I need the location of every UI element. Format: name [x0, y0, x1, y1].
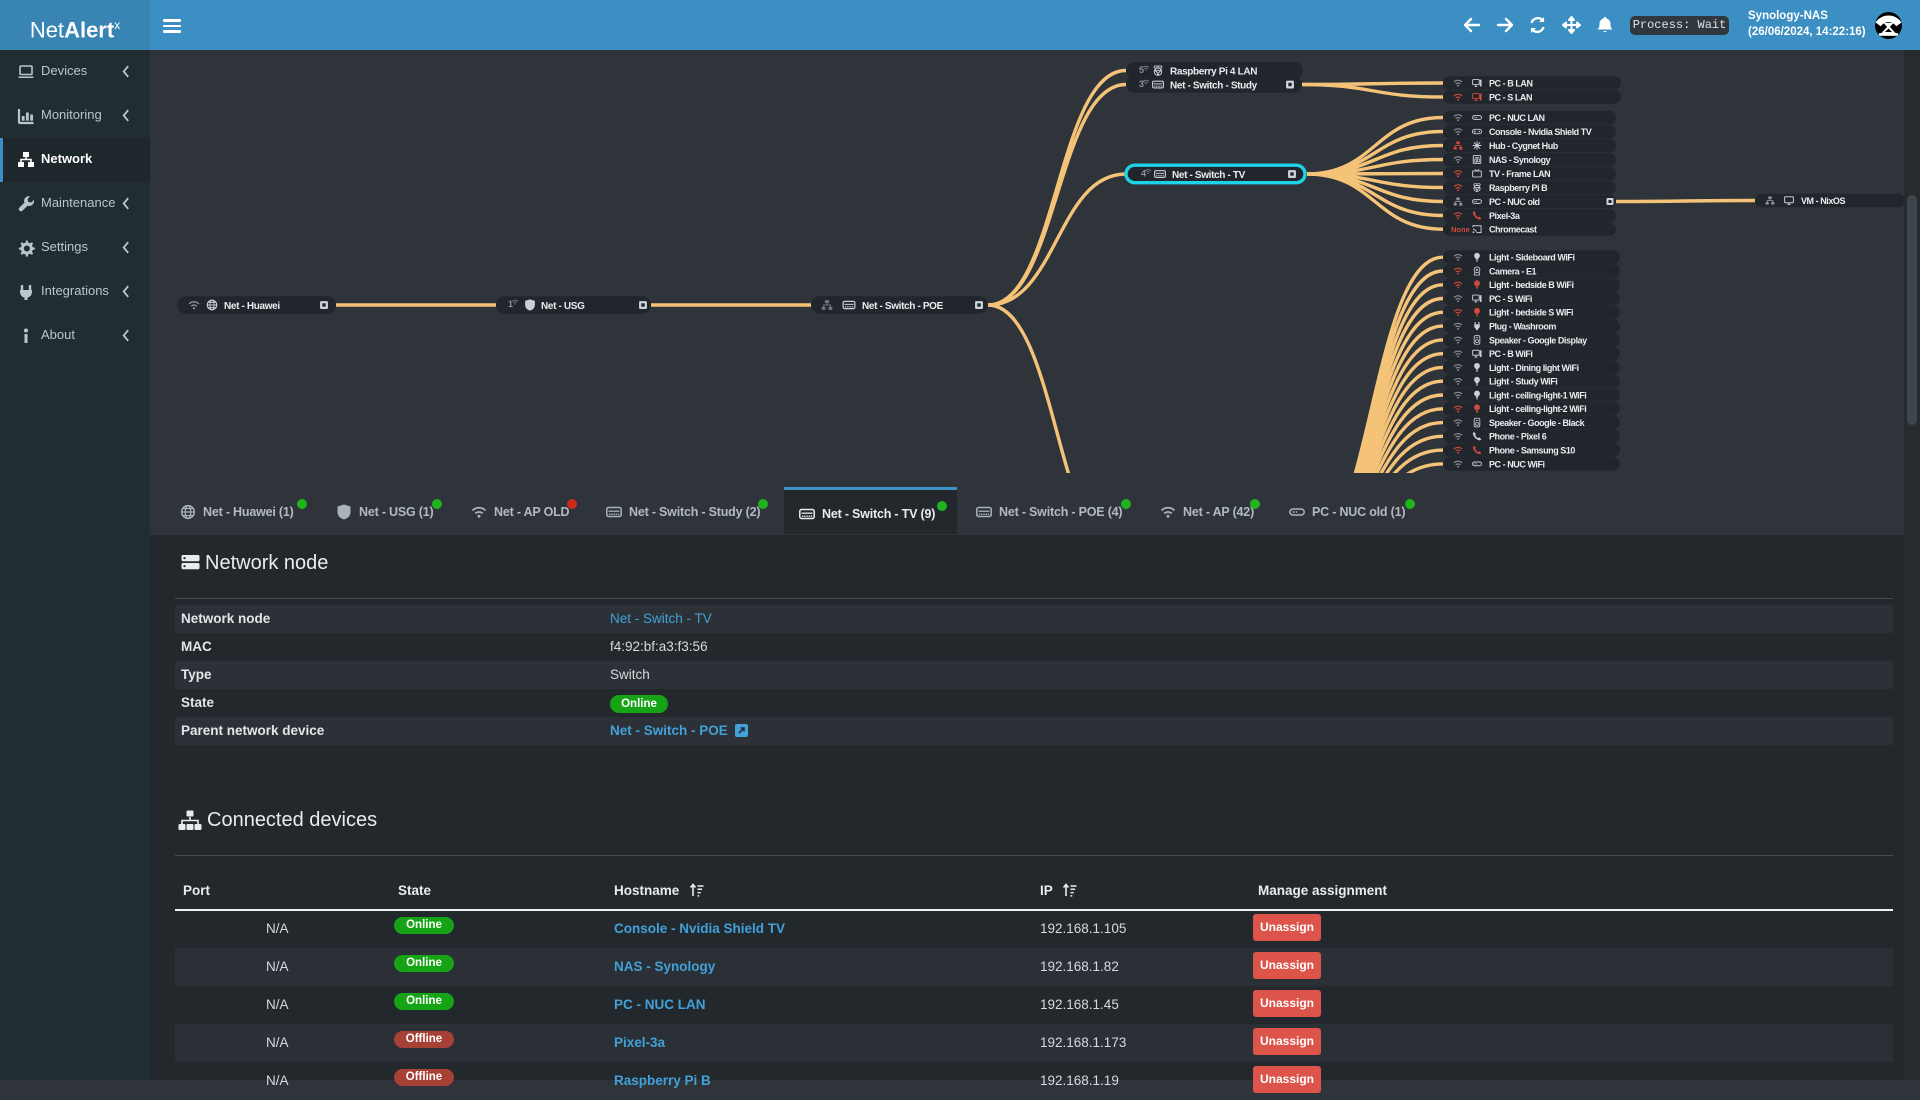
svg-text:Net - Huawei: Net - Huawei	[224, 301, 280, 312]
svg-text:3: 3	[1139, 79, 1144, 89]
svg-text:Raspberry Pi B: Raspberry Pi B	[1489, 183, 1548, 193]
svg-text:Net - Switch - TV: Net - Switch - TV	[1172, 170, 1246, 181]
svg-text:Camera - E1: Camera - E1	[1489, 266, 1537, 276]
svg-text:Console - Nvidia Shield TV: Console - Nvidia Shield TV	[1489, 127, 1592, 137]
svg-text:Plug - Washroom: Plug - Washroom	[1489, 322, 1556, 332]
svg-text:VM - NixOS: VM - NixOS	[1801, 196, 1845, 206]
svg-text:PC - B LAN: PC - B LAN	[1489, 78, 1533, 88]
svg-text:Light - Sideboard WiFi: Light - Sideboard WiFi	[1489, 253, 1575, 263]
svg-text:Light - Dining light WiFi: Light - Dining light WiFi	[1489, 363, 1579, 373]
svg-text:Light - bedside S WiFi: Light - bedside S WiFi	[1489, 308, 1573, 318]
svg-text:Phone - Pixel 6: Phone - Pixel 6	[1489, 432, 1547, 442]
svg-text:Net - USG: Net - USG	[541, 301, 585, 312]
svg-text:PC - S LAN: PC - S LAN	[1489, 92, 1532, 102]
svg-text:Speaker - Google - Black: Speaker - Google - Black	[1489, 418, 1586, 428]
svg-text:PC - NUC WiFi: PC - NUC WiFi	[1489, 459, 1545, 469]
svg-text:TV - Frame LAN: TV - Frame LAN	[1489, 169, 1550, 179]
svg-text:PC - S WiFi: PC - S WiFi	[1489, 294, 1532, 304]
svg-text:Light - Study WiFi: Light - Study WiFi	[1489, 377, 1557, 387]
svg-text:PC - NUC old: PC - NUC old	[1489, 197, 1540, 207]
svg-text:Chromecast: Chromecast	[1489, 225, 1537, 235]
svg-text:PC - B WiFi: PC - B WiFi	[1489, 349, 1532, 359]
svg-text:Light - bedside B WiFi: Light - bedside B WiFi	[1489, 280, 1574, 290]
svg-text:5: 5	[1139, 65, 1144, 75]
svg-text:Net - Switch - POE: Net - Switch - POE	[862, 301, 944, 312]
svg-text:Light - ceiling-light-1 WiFi: Light - ceiling-light-1 WiFi	[1489, 390, 1586, 400]
svg-text:Light - ceiling-light-2 WiFi: Light - ceiling-light-2 WiFi	[1489, 404, 1586, 414]
svg-text:Phone - Samsung S10: Phone - Samsung S10	[1489, 446, 1575, 456]
svg-text:Net - Switch - Study: Net - Switch - Study	[1170, 80, 1258, 91]
svg-text:Pixel-3a: Pixel-3a	[1489, 211, 1521, 221]
svg-text:PC - NUC LAN: PC - NUC LAN	[1489, 113, 1545, 123]
svg-text:Hub - Cygnet Hub: Hub - Cygnet Hub	[1489, 141, 1559, 151]
svg-text:1: 1	[508, 299, 513, 309]
svg-text:None: None	[1451, 225, 1470, 234]
svg-text:NAS - Synology: NAS - Synology	[1489, 155, 1551, 165]
svg-text:4: 4	[1141, 169, 1146, 179]
svg-text:Raspberry Pi 4 LAN: Raspberry Pi 4 LAN	[1170, 66, 1257, 77]
svg-text:Speaker - Google Display: Speaker - Google Display	[1489, 335, 1587, 345]
